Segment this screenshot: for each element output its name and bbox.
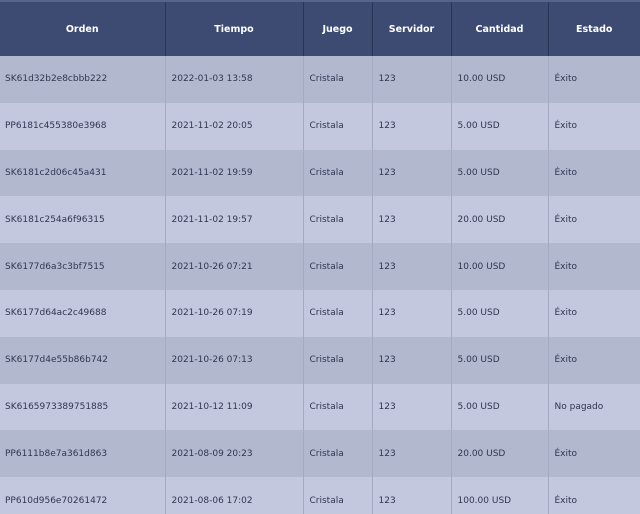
game-cell: Cristala [303, 56, 373, 103]
column-header-juego: Juego [303, 0, 373, 56]
game-cell: Cristala [303, 430, 373, 478]
table-row: SK61d32b2e8cbbb222 2022-01-03 13:58 Crista… [0, 56, 640, 103]
table-row: SK6177d6a3c3bf7515 2021-10-26 07:21 Crista… [0, 243, 640, 290]
server-cell: 123 [372, 56, 452, 103]
table-row: SK6177d64ac2c49688 2021-10-26 07:19 Crista… [0, 289, 640, 337]
order-id-cell: SK6177d64ac2c49688 [0, 289, 166, 337]
order-id-cell: SK6181c254a6f96315 [0, 196, 166, 244]
time-cell: 2022-01-03 13:58 [165, 56, 304, 103]
status-cell: Éxito [554, 74, 578, 85]
amount-cell: 5.00 USD [451, 149, 549, 197]
time-cell: 2021-08-09 20:23 [165, 430, 304, 478]
time-cell: 2021-11-02 19:57 [165, 196, 304, 244]
server-cell: 123 [372, 196, 452, 244]
game-cell: Cristala [303, 477, 373, 514]
table-row: SK6165973389751885 2021-10-12 11:09 Crista… [0, 383, 640, 431]
server-cell: 123 [372, 102, 452, 150]
time-cell: 2021-10-12 11:09 [165, 383, 304, 431]
orders-table: Orden Tiempo Juego Servidor Cantidad Est… [0, 0, 640, 514]
server-cell: 123 [372, 430, 452, 478]
game-cell: Cristala [303, 383, 373, 431]
status-cell: No pagado [554, 401, 604, 412]
amount-cell: 5.00 USD [451, 102, 549, 150]
orders-table-header: Orden Tiempo Juego Servidor Cantidad Est… [0, 0, 640, 56]
order-id-cell: SK61d32b2e8cbbb222 [0, 56, 166, 103]
header-row: Orden Tiempo Juego Servidor Cantidad Est… [0, 0, 640, 56]
table-row: SK6181c2d06c45a431 2021-11-02 19:59 Crista… [0, 149, 640, 197]
status-cell: Éxito [554, 495, 578, 506]
time-cell: 2021-08-06 17:02 [165, 477, 304, 514]
game-cell: Cristala [303, 149, 373, 197]
status-cell: Éxito [554, 121, 578, 132]
orders-table-body: SK61d32b2e8cbbb222 2022-01-03 13:58 Crista… [0, 56, 640, 514]
time-cell: 2021-10-26 07:21 [165, 243, 304, 290]
amount-cell: 10.00 USD [451, 56, 549, 103]
order-id-cell: PP610d956e70261472 [0, 477, 166, 514]
server-cell: 123 [372, 149, 452, 197]
column-header-estado: Estado [548, 0, 640, 56]
status-cell: Éxito [554, 261, 578, 272]
table-row: PP610d956e70261472 2021-08-06 17:02 Crista… [0, 477, 640, 514]
column-header-servidor: Servidor [372, 0, 452, 56]
amount-cell: 100.00 USD [451, 477, 549, 514]
time-cell: 2021-11-02 20:05 [165, 102, 304, 150]
amount-cell: 5.00 USD [451, 336, 549, 384]
column-header-cantidad: Cantidad [451, 0, 549, 56]
amount-cell: 10.00 USD [451, 243, 549, 290]
time-cell: 2021-10-26 07:13 [165, 336, 304, 384]
amount-cell: 20.00 USD [451, 196, 549, 244]
amount-cell: 5.00 USD [451, 383, 549, 431]
status-cell: Éxito [554, 214, 578, 225]
status-cell: Éxito [554, 448, 578, 459]
status-cell: Éxito [554, 167, 578, 178]
status-cell: Éxito [554, 355, 578, 366]
server-cell: 123 [372, 336, 452, 384]
game-cell: Cristala [303, 196, 373, 244]
order-id-cell: SK6177d6a3c3bf7515 [0, 243, 166, 290]
table-row: SK6177d4e55b86b742 2021-10-26 07:13 Crista… [0, 336, 640, 384]
server-cell: 123 [372, 383, 452, 431]
amount-cell: 20.00 USD [451, 430, 549, 478]
time-cell: 2021-10-26 07:19 [165, 289, 304, 337]
game-cell: Cristala [303, 102, 373, 150]
order-id-cell: SK6165973389751885 [0, 383, 166, 431]
order-id-cell: SK6181c2d06c45a431 [0, 149, 166, 197]
server-cell: 123 [372, 243, 452, 290]
server-cell: 123 [372, 289, 452, 337]
game-cell: Cristala [303, 243, 373, 290]
amount-cell: 5.00 USD [451, 289, 549, 337]
table-row: PP6111b8e7a361d863 2021-08-09 20:23 Crista… [0, 430, 640, 478]
server-cell: 123 [372, 477, 452, 514]
order-id-cell: SK6177d4e55b86b742 [0, 336, 166, 384]
status-cell: Éxito [554, 308, 578, 319]
time-cell: 2021-11-02 19:59 [165, 149, 304, 197]
game-cell: Cristala [303, 289, 373, 337]
table-row: SK6181c254a6f96315 2021-11-02 19:57 Crista… [0, 196, 640, 244]
column-header-orden: Orden [0, 0, 166, 56]
column-header-tiempo: Tiempo [165, 0, 304, 56]
game-cell: Cristala [303, 336, 373, 384]
table-row: PP6181c455380e3968 2021-11-02 20:05 Crista… [0, 102, 640, 150]
order-id-cell: PP6181c455380e3968 [0, 102, 166, 150]
order-id-cell: PP6111b8e7a361d863 [0, 430, 166, 478]
